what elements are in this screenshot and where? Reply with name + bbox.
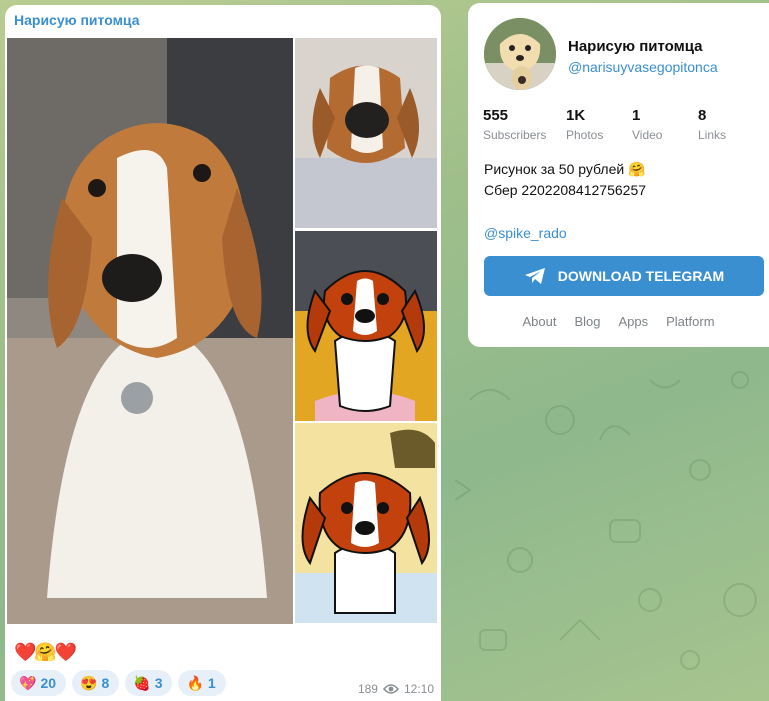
- reaction-count: 8: [101, 675, 110, 691]
- channel-name: Нарисую питомца: [568, 38, 703, 55]
- stat-value: 555: [483, 107, 509, 124]
- channel-stats: 555 Subscribers 1K Photos 1 Video 8 Link…: [483, 107, 769, 142]
- footer-link-platform[interactable]: Platform: [666, 314, 714, 329]
- photo-beagle-closeup[interactable]: [295, 38, 437, 228]
- footer-link-blog[interactable]: Blog: [574, 314, 600, 329]
- stat-photos: 1K Photos: [566, 107, 632, 142]
- reaction-fire[interactable]: 🔥 1: [178, 670, 226, 696]
- reaction-emoji: 😍: [80, 674, 98, 691]
- channel-post: Нарисую питомца ❤️🤗❤️ 💖 20 😍 8 🍓 3 🔥 1 1…: [5, 5, 441, 701]
- footer-links: About Blog Apps Platform: [468, 314, 769, 329]
- channel-username[interactable]: @narisuyvasegopitonca: [568, 59, 718, 75]
- reaction-count: 20: [40, 675, 57, 691]
- stat-label: Photos: [566, 128, 604, 142]
- reaction-count: 3: [154, 675, 163, 691]
- post-time: 12:10: [403, 682, 434, 696]
- download-button-label: DOWNLOAD TELEGRAM: [557, 268, 725, 284]
- footer-link-about[interactable]: About: [522, 314, 556, 329]
- description-line: Рисунок за 50 рублей 🤗: [484, 161, 646, 177]
- reaction-sparkling-heart[interactable]: 💖 20: [11, 670, 67, 696]
- reaction-strawberry[interactable]: 🍓 3: [125, 670, 173, 696]
- reactions-bar: 💖 20 😍 8 🍓 3 🔥 1: [11, 670, 226, 696]
- post-caption: ❤️🤗❤️: [14, 642, 77, 662]
- stat-subscribers: 555 Subscribers: [483, 107, 566, 142]
- stat-label: Video: [632, 128, 663, 142]
- reaction-emoji: 🍓: [133, 674, 151, 691]
- reaction-emoji: 💖: [19, 674, 37, 691]
- mention-link[interactable]: @spike_rado: [484, 225, 567, 241]
- stat-value: 1: [632, 107, 641, 124]
- stat-label: Subscribers: [483, 128, 547, 142]
- stat-video: 1 Video: [632, 107, 698, 142]
- photo-beagle-main[interactable]: [7, 38, 293, 624]
- channel-info-card: Нарисую питомца @narisuyvasegopitonca 55…: [468, 3, 769, 347]
- stat-value: 8: [698, 107, 707, 124]
- post-meta: 189 12:10: [358, 682, 434, 696]
- reaction-count: 1: [207, 675, 216, 691]
- view-count: 189: [357, 682, 378, 696]
- eye-icon: [382, 684, 399, 694]
- reaction-emoji: 🔥: [186, 674, 204, 691]
- reaction-heart-eyes[interactable]: 😍 8: [72, 670, 120, 696]
- download-telegram-button[interactable]: DOWNLOAD TELEGRAM: [484, 256, 764, 296]
- description-line: Сбер 2202208412756257: [484, 182, 647, 198]
- photo-beagle-drawing-1[interactable]: [295, 231, 437, 421]
- stat-label: Links: [698, 128, 727, 142]
- stat-value: 1K: [566, 107, 586, 124]
- channel-description: Рисунок за 50 рублей 🤗 Сбер 220220841275…: [484, 159, 646, 201]
- telegram-plane-icon: [524, 268, 545, 284]
- footer-link-apps[interactable]: Apps: [618, 314, 648, 329]
- post-channel-title[interactable]: Нарисую питомца: [14, 12, 140, 28]
- channel-avatar: [484, 18, 556, 90]
- stat-links: 8 Links: [698, 107, 769, 142]
- photo-beagle-drawing-2[interactable]: [295, 423, 437, 623]
